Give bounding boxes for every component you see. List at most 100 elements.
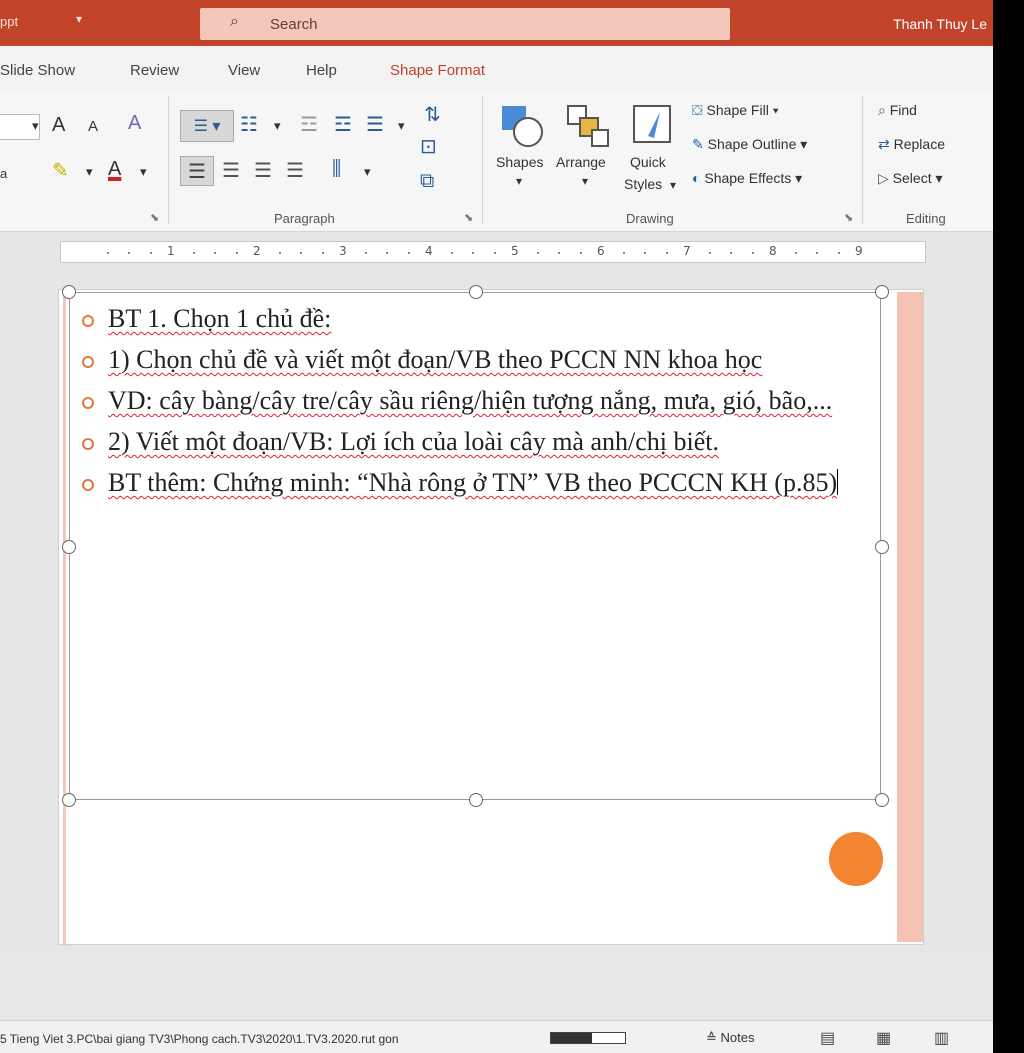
status-bar: 5 Tieng Viet 3.PC\bai giang TV3\Phong ca…: [0, 1020, 993, 1053]
normal-view-icon[interactable]: ▤: [820, 1028, 835, 1048]
clear-formatting-button[interactable]: A: [128, 112, 141, 135]
ruler-number: 6: [597, 244, 605, 258]
quick-access-chevron-icon[interactable]: ▾: [76, 12, 82, 26]
list-item[interactable]: BT 1. Chọn 1 chủ đề:: [82, 301, 872, 337]
ruler-tick: [816, 252, 818, 254]
shape-outline-button[interactable]: ✎ Shape Outline ▾: [692, 136, 807, 160]
align-right-button[interactable]: ☰: [254, 158, 272, 183]
search-box[interactable]: ⌕ Search: [200, 8, 730, 40]
file-path: 5 Tieng Viet 3.PC\bai giang TV3\Phong ca…: [0, 1032, 399, 1046]
align-text-button[interactable]: ⊡: [420, 134, 437, 159]
chevron-down-icon: ▾: [516, 174, 523, 188]
group-divider: [168, 96, 169, 224]
decrease-indent-button[interactable]: ☲: [300, 112, 318, 137]
replace-button[interactable]: ⇄ Replace: [878, 136, 945, 153]
bullet-text: BT thêm: Chứng minh: “Nhà rông ở TN” VB …: [108, 468, 838, 497]
bullet-circle-icon: [82, 315, 94, 327]
slide-left-accent: [63, 290, 66, 946]
ruler-tick: [128, 252, 130, 254]
chevron-down-icon: ▾: [582, 174, 589, 188]
notes-label: Notes: [720, 1030, 755, 1045]
resize-handle-top-right[interactable]: [875, 285, 889, 299]
convert-smartart-button[interactable]: ⧉: [420, 170, 434, 193]
ruler-tick: [386, 252, 388, 254]
font-color-button[interactable]: A: [108, 158, 121, 181]
slide-edit-area: 1 2 3 4 5 6 7 8 9 BT 1. Chọn 1 chủ đề: 1) Chọn c…: [0, 233, 993, 953]
arrange-button[interactable]: Arrange ▾: [556, 100, 620, 200]
search-placeholder: Search: [270, 16, 318, 33]
reading-view-icon[interactable]: ▥: [934, 1028, 949, 1048]
shape-effects-label: Shape Effects: [704, 170, 792, 186]
justify-button[interactable]: ☰: [286, 158, 304, 183]
quick-styles-button[interactable]: Quick Styles ▾: [624, 100, 684, 200]
find-label: Find: [889, 102, 917, 118]
resize-handle-top[interactable]: [469, 285, 483, 299]
drawing-dialog-launcher-icon[interactable]: ⬊: [844, 211, 853, 224]
resize-handle-right[interactable]: [875, 540, 889, 554]
content-textbox[interactable]: BT 1. Chọn 1 chủ đề: 1) Chọn chủ đề và v…: [69, 292, 881, 800]
align-center-button[interactable]: ☰: [222, 158, 240, 183]
ruler-tick: [192, 252, 195, 254]
horizontal-ruler[interactable]: 1 2 3 4 5 6 7 8 9: [60, 241, 926, 263]
bullets-button[interactable]: ☰ ▾: [180, 110, 234, 142]
bullet-text: 2) Viết một đoạn/VB: Lợi ích của loài câ…: [108, 427, 719, 456]
chevron-down-icon: ▾: [140, 164, 147, 179]
chevron-down-icon: ▾: [32, 118, 39, 133]
ruler-number: 7: [683, 244, 691, 258]
list-item[interactable]: VD: cây bàng/cây tre/cây sầu riêng/hiện …: [82, 383, 872, 419]
line-spacing-button[interactable]: ☰: [366, 112, 384, 137]
shape-outline-label: Shape Outline: [707, 136, 797, 152]
quick-styles-icon: [633, 105, 671, 143]
columns-button[interactable]: ⫼: [332, 158, 341, 181]
resize-handle-bottom[interactable]: [469, 793, 483, 807]
list-item[interactable]: 1) Chọn chủ đề và viết một đoạn/VB theo …: [82, 342, 872, 378]
numbering-button[interactable]: ☷: [240, 112, 258, 137]
shape-fill-label: Shape Fill: [706, 102, 769, 118]
resize-handle-left[interactable]: [62, 540, 76, 554]
tab-review[interactable]: Review: [130, 62, 179, 79]
align-left-button[interactable]: ☰: [180, 156, 214, 186]
paint-bucket-icon: ⛋: [692, 102, 703, 118]
tab-view[interactable]: View: [228, 62, 260, 79]
ruler-tick: [235, 252, 238, 254]
tab-help[interactable]: Help: [306, 62, 337, 79]
chevron-down-icon: ▾: [364, 164, 371, 179]
font-name-partial[interactable]: a: [0, 166, 7, 181]
quick-styles-label-1: Quick: [630, 154, 666, 170]
bullet-text: VD: cây bàng/cây tre/cây sầu riêng/hiện …: [108, 386, 833, 415]
paragraph-dialog-launcher-icon[interactable]: ⬊: [464, 211, 473, 224]
chevron-down-icon: ▾: [670, 178, 677, 192]
slide-sorter-view-icon[interactable]: ▦: [876, 1028, 891, 1048]
text-direction-button[interactable]: ⇅: [424, 102, 441, 127]
user-name[interactable]: Thanh Thuy Le: [893, 16, 987, 32]
highlight-color-button[interactable]: ✎: [52, 158, 69, 183]
slide-canvas[interactable]: BT 1. Chọn 1 chủ đề: 1) Chọn chủ đề và v…: [58, 285, 924, 946]
shape-effects-button[interactable]: ◐ Shape Effects ▾: [692, 170, 802, 194]
ribbon-tabs: Slide Show Review View Help Shape Format: [0, 46, 993, 92]
arrange-icon: [567, 105, 609, 147]
resize-handle-bottom-left[interactable]: [62, 793, 76, 807]
shapes-button[interactable]: Shapes ▾: [494, 100, 552, 200]
increase-font-size-button[interactable]: A: [52, 114, 65, 137]
find-button[interactable]: ⌕ Find: [878, 102, 917, 119]
resize-handle-bottom-right[interactable]: [875, 793, 889, 807]
bullet-list[interactable]: BT 1. Chọn 1 chủ đề: 1) Chọn chủ đề và v…: [82, 301, 872, 506]
select-label: Select: [892, 170, 932, 186]
shape-fill-button[interactable]: ⛋ Shape Fill ▾: [692, 102, 779, 126]
chevron-down-icon: ▾: [935, 170, 943, 186]
tab-shape-format[interactable]: Shape Format: [390, 62, 485, 79]
increase-indent-button[interactable]: ☲: [334, 112, 352, 137]
chevron-down-icon: ▾: [795, 170, 803, 186]
pen-icon: ✎: [692, 136, 704, 152]
quick-styles-label-2: Styles: [624, 176, 663, 192]
notes-button[interactable]: ≙ Notes: [706, 1030, 755, 1046]
list-item[interactable]: 2) Viết một đoạn/VB: Lợi ích của loài câ…: [82, 424, 872, 460]
resize-handle-top-left[interactable]: [62, 285, 76, 299]
ruler-number: 1: [167, 244, 175, 258]
select-button[interactable]: ▷ Select ▾: [878, 170, 943, 187]
decrease-font-size-button[interactable]: A: [88, 118, 98, 135]
ruler-number: 3: [339, 244, 347, 258]
tab-slide-show[interactable]: Slide Show: [0, 62, 75, 79]
list-item[interactable]: BT thêm: Chứng minh: “Nhà rông ở TN” VB …: [82, 465, 872, 501]
font-dialog-launcher-icon[interactable]: ⬊: [150, 211, 159, 224]
